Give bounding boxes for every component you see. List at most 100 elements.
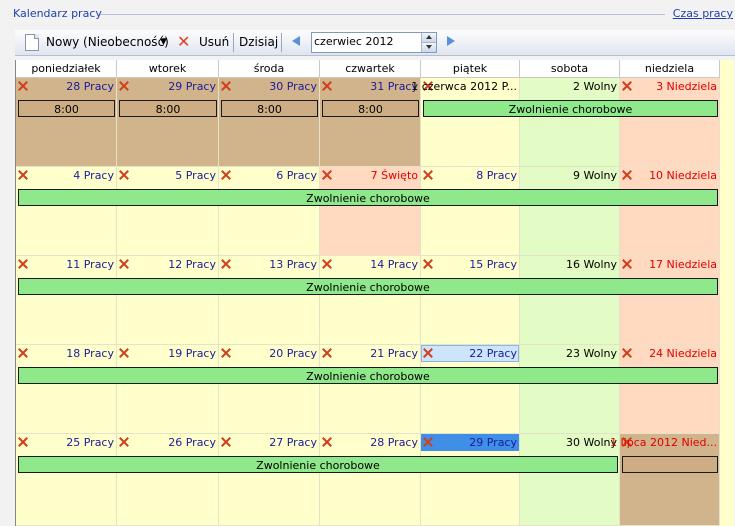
sick-leave-event[interactable]: Zwolnienie chorobowe [18, 367, 718, 384]
day-cell[interactable]: 31 Pracy [320, 78, 421, 167]
work-time-link[interactable]: Czas pracy [673, 7, 733, 20]
sick-leave-event[interactable]: Zwolnienie chorobowe [18, 278, 718, 295]
header-divider [100, 14, 665, 15]
close-icon[interactable] [18, 348, 28, 358]
day-header-5: sobota [520, 60, 620, 78]
sick-leave-event[interactable]: Zwolnienie chorobowe [18, 189, 718, 206]
close-icon[interactable] [221, 170, 231, 180]
day-cell[interactable]: 30 Pracy [219, 78, 320, 167]
time-entry[interactable]: 8:00 [221, 100, 318, 117]
new-absence-button[interactable]: Nowy (Nieobecność) [46, 34, 169, 51]
close-icon[interactable] [423, 170, 433, 180]
day-cell[interactable]: 29 Pracy [421, 434, 520, 526]
close-icon[interactable] [322, 81, 332, 91]
close-icon[interactable] [423, 348, 433, 358]
day-cell[interactable]: 15 Pracy [421, 256, 520, 345]
time-entry[interactable]: 8:00 [322, 100, 419, 117]
close-icon[interactable] [622, 259, 632, 269]
day-number: 7 Święto [370, 169, 418, 182]
close-icon[interactable] [119, 259, 129, 269]
close-icon[interactable] [221, 348, 231, 358]
day-cell[interactable]: 25 Pracy [16, 434, 117, 526]
close-icon[interactable] [221, 259, 231, 269]
day-cell[interactable]: 20 Pracy [219, 345, 320, 434]
close-icon[interactable] [119, 170, 129, 180]
delete-icon[interactable]: ✕ [177, 33, 190, 50]
close-icon[interactable] [622, 348, 632, 358]
day-cell[interactable]: 13 Pracy [219, 256, 320, 345]
close-icon[interactable] [322, 170, 332, 180]
day-cell[interactable]: 28 Pracy [16, 78, 117, 167]
close-icon[interactable] [221, 81, 231, 91]
close-icon[interactable] [18, 259, 28, 269]
next-month-icon[interactable] [447, 36, 455, 46]
sick-leave-event[interactable]: Zwolnienie chorobowe [18, 456, 618, 473]
new-document-icon[interactable] [25, 34, 39, 51]
day-cell[interactable]: 6 Pracy [219, 167, 320, 256]
close-icon[interactable] [423, 259, 433, 269]
day-cell[interactable]: 7 Święto [320, 167, 421, 256]
close-icon[interactable] [322, 348, 332, 358]
close-icon[interactable] [221, 437, 231, 447]
close-icon[interactable] [119, 81, 129, 91]
today-button[interactable]: Dzisiaj [239, 34, 278, 51]
day-cell[interactable]: 23 Wolny [520, 345, 620, 434]
previous-month-icon[interactable] [292, 36, 300, 46]
close-icon[interactable] [622, 81, 632, 91]
day-cell[interactable]: 5 Pracy [117, 167, 219, 256]
day-number: 14 Pracy [370, 258, 418, 271]
day-cell[interactable]: 11 Pracy [16, 256, 117, 345]
close-icon[interactable] [322, 259, 332, 269]
day-cell[interactable]: 27 Pracy [219, 434, 320, 526]
day-cell[interactable]: 14 Pracy [320, 256, 421, 345]
day-cell[interactable]: 1 lipca 2012 Nied... [610, 434, 720, 526]
day-cell[interactable]: 3 Niedziela [620, 78, 720, 167]
close-icon[interactable] [622, 170, 632, 180]
day-number: 4 Pracy [73, 169, 114, 182]
day-header-1: wtorek [117, 60, 219, 78]
day-header-6: niedziela [620, 60, 720, 78]
day-cell[interactable]: 1 czerwca 2012 P... [411, 78, 520, 167]
sick-leave-event[interactable]: Zwolnienie chorobowe [423, 100, 718, 117]
empty-entry[interactable] [622, 456, 718, 473]
day-cell[interactable]: 4 Pracy [16, 167, 117, 256]
panel-header: Kalendarz pracy Czas pracy [0, 0, 735, 22]
day-cell[interactable]: 18 Pracy [16, 345, 117, 434]
close-icon[interactable] [18, 437, 28, 447]
delete-button[interactable]: Usuń [199, 34, 229, 51]
close-icon[interactable] [18, 170, 28, 180]
close-icon[interactable] [119, 348, 129, 358]
day-header-0: poniedziałek [16, 60, 117, 78]
day-number: 23 Wolny [566, 347, 617, 360]
close-icon[interactable] [423, 437, 433, 447]
day-cell[interactable]: 17 Niedziela [620, 256, 720, 345]
time-entry[interactable]: 8:00 [18, 100, 115, 117]
chevron-down-icon[interactable]: ▼ [160, 34, 167, 51]
day-cell[interactable]: 30 Wolny [520, 434, 620, 526]
close-icon[interactable] [322, 437, 332, 447]
day-cell[interactable]: 19 Pracy [117, 345, 219, 434]
close-icon[interactable] [18, 81, 28, 91]
day-cell[interactable]: 21 Pracy [320, 345, 421, 434]
spin-down-button[interactable] [421, 43, 436, 52]
day-number: 11 Pracy [66, 258, 114, 271]
day-cell[interactable]: 10 Niedziela [620, 167, 720, 256]
day-cell[interactable]: 24 Niedziela [620, 345, 720, 434]
day-header-3: czwartek [320, 60, 421, 78]
close-icon[interactable] [119, 437, 129, 447]
day-cell[interactable]: 12 Pracy [117, 256, 219, 345]
day-cell[interactable]: 8 Pracy [421, 167, 520, 256]
time-entry[interactable]: 8:00 [119, 100, 217, 117]
day-cell[interactable]: 22 Pracy [421, 345, 520, 434]
day-header-4: piątek [421, 60, 520, 78]
day-cell[interactable]: 9 Wolny [520, 167, 620, 256]
day-number: 8 Pracy [476, 169, 517, 182]
day-cell[interactable]: 26 Pracy [117, 434, 219, 526]
spin-up-button[interactable] [421, 33, 436, 43]
day-cell[interactable]: 29 Pracy [117, 78, 219, 167]
month-spinner[interactable] [311, 32, 437, 53]
day-cell[interactable]: 16 Wolny [520, 256, 620, 345]
day-cell[interactable]: 2 Wolny [520, 78, 620, 167]
month-input[interactable] [314, 34, 414, 49]
day-cell[interactable]: 28 Pracy [320, 434, 421, 526]
